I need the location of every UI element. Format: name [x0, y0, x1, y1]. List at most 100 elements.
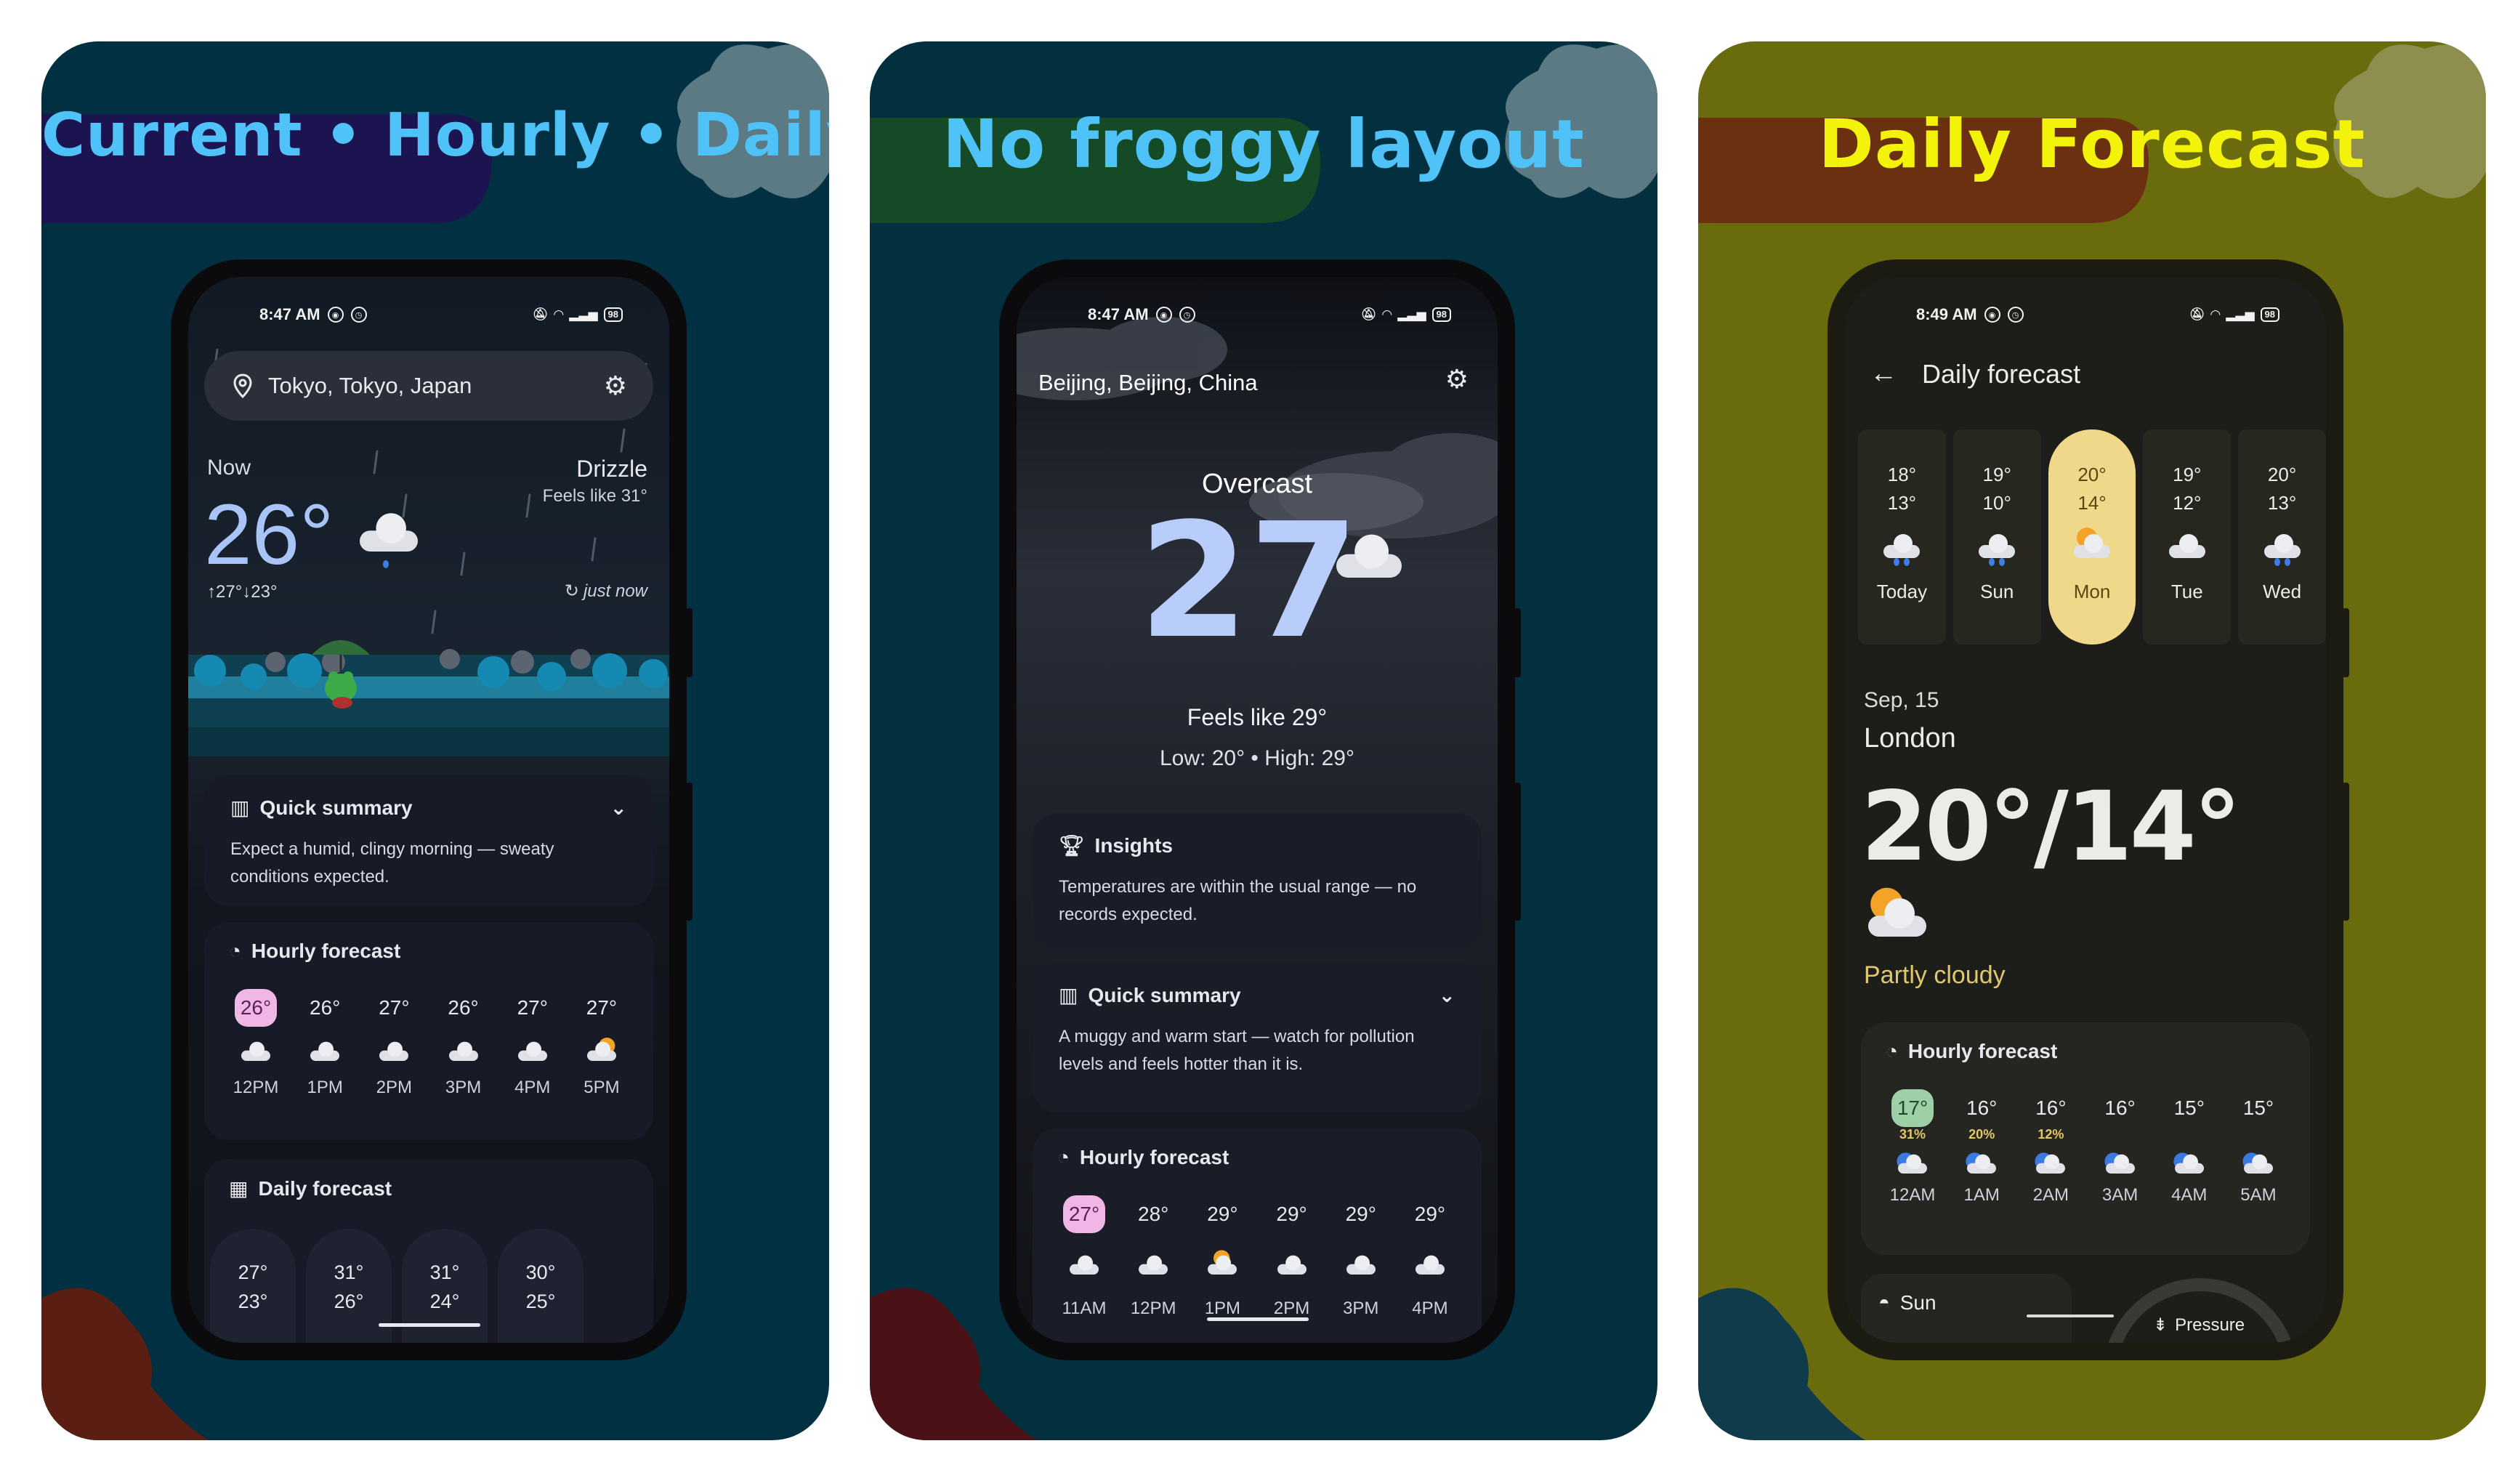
page-title: Daily forecast: [1922, 358, 2081, 389]
hourly-item[interactable]: 15° 4AM: [2157, 1089, 2222, 1206]
chevron-down-icon[interactable]: ⌄: [610, 796, 627, 820]
night-cloud-icon: [2171, 1144, 2208, 1185]
hourly-temp: 26°: [448, 996, 479, 1019]
screenshot-collage: Current • Hourly • Daily 8:47 AM ◉ ◷ 🔕︎ …: [0, 0, 2520, 1478]
hourly-forecast-title: Hourly forecast: [1079, 1146, 1229, 1168]
alarm-icon: ◷: [1179, 307, 1195, 323]
hourly-item[interactable]: 28° 12PM: [1120, 1195, 1186, 1319]
hourly-item[interactable]: 16° 3AM: [2088, 1089, 2153, 1206]
hourly-temp: 29°: [1207, 1203, 1238, 1225]
location-name[interactable]: Beijing, Beijing, China: [1038, 370, 1258, 396]
volume-button: [2342, 608, 2349, 677]
hourly-time: 12AM: [1889, 1185, 1936, 1205]
refresh-icon: ↻: [564, 581, 579, 601]
now-label: Now: [207, 456, 251, 480]
hourly-time: 3PM: [1343, 1299, 1379, 1318]
alarm-icon: ◷: [350, 307, 367, 323]
day-low: 13°: [2267, 492, 2297, 514]
partly-cloudy-icon: [583, 1027, 620, 1078]
daily-item[interactable]: 30° 25°: [498, 1229, 583, 1343]
back-arrow-icon[interactable]: ←: [1870, 358, 1897, 389]
promo-card-no-froggy-layout: No froggy layout 8:47 AM ◉ ◷ 🔕︎ ◠ ▂▃▅ 98…: [870, 41, 1657, 1440]
day-name: Wed: [2263, 581, 2302, 602]
hourly-item[interactable]: 27° 5PM: [569, 989, 634, 1098]
hourly-item[interactable]: 15° 5AM: [2226, 1089, 2291, 1206]
hourly-forecast-panel: ◔ Hourly forecast 17° 31% 12AM 16° 20% 1…: [1861, 1022, 2310, 1255]
hourly-item[interactable]: 26° 1PM: [292, 989, 358, 1098]
updated-time: just now: [583, 581, 647, 601]
hourly-item[interactable]: 16° 20% 1AM: [1949, 1089, 2014, 1206]
day-low: 13°: [1887, 492, 1917, 514]
hourly-item[interactable]: 27° 11AM: [1051, 1195, 1117, 1319]
cloud-rain-icon: [445, 1027, 482, 1078]
condition-label: Partly cloudy: [1864, 961, 2006, 989]
night-cloud-icon: [2240, 1144, 2277, 1185]
cloud-icon: [1135, 1233, 1171, 1299]
hourly-item[interactable]: 27° 4PM: [500, 989, 565, 1098]
night-cloud-icon: [1963, 1144, 2000, 1185]
location-search-bar[interactable]: Tokyo, Tokyo, Japan ⚙: [204, 351, 653, 421]
insights-panel[interactable]: 🏆︎ Insights Temperatures are within the …: [1033, 813, 1482, 948]
day-item[interactable]: 18° 13° Today: [1858, 429, 1946, 645]
hourly-temp: 26°: [310, 996, 341, 1019]
pressure-card[interactable]: ⇟ Pressure: [2088, 1274, 2310, 1343]
day-low: 10°: [1982, 492, 2011, 514]
summary-chart-icon: ▥: [230, 796, 250, 819]
status-time: 8:49 AM: [1916, 305, 1977, 323]
volume-button: [685, 608, 692, 677]
location-name: Tokyo, Tokyo, Japan: [268, 373, 472, 398]
hourly-time: 4PM: [1412, 1299, 1448, 1318]
daily-high: 27°: [238, 1261, 268, 1283]
hotspot-icon: ◉: [1984, 307, 2000, 323]
cloud-icon: [1412, 1233, 1448, 1299]
night-cloud-icon: [2102, 1144, 2139, 1185]
cloud-icon: [1274, 1233, 1310, 1299]
cloud-icon: [1343, 1233, 1379, 1299]
hourly-time: 5PM: [583, 1078, 620, 1097]
hourly-item[interactable]: 17° 31% 12AM: [1880, 1089, 1945, 1206]
partly-cloudy-icon: [2073, 517, 2110, 578]
hourly-time: 11AM: [1062, 1299, 1107, 1318]
partly-cloudy-icon: [1204, 1233, 1240, 1299]
phone-frame: 8:47 AM ◉ ◷ 🔕︎ ◠ ▂▃▅ 98 Beijing, Beijing…: [999, 259, 1521, 1360]
hourly-item[interactable]: 16° 12% 2AM: [2018, 1089, 2083, 1206]
hourly-item[interactable]: 29° 1PM: [1190, 1195, 1255, 1319]
hourly-temp: 28°: [1138, 1203, 1169, 1225]
hourly-item[interactable]: 29° 3PM: [1328, 1195, 1394, 1319]
quick-summary-panel[interactable]: ▥ Quick summary ⌄ A muggy and warm start…: [1033, 963, 1482, 1112]
cloud-icon: [1066, 1233, 1102, 1299]
chevron-down-icon[interactable]: ⌄: [1439, 983, 1455, 1007]
precipitation-chance: 20%: [1968, 1127, 1995, 1142]
hourly-item[interactable]: 26° 12PM: [223, 989, 288, 1098]
sunrise-icon: ◓: [1878, 1291, 1890, 1313]
trophy-icon: 🏆︎: [1059, 834, 1085, 857]
hourly-list: 26° 12PM 26° 1PM 27° 2PM 26° 3PM 27° 4PM…: [223, 989, 634, 1098]
settings-gear-icon[interactable]: ⚙: [604, 371, 627, 401]
hourly-time: 5AM: [2240, 1185, 2277, 1205]
daily-low: 26°: [334, 1291, 364, 1312]
hourly-temp: 29°: [1414, 1203, 1446, 1225]
mute-icon: 🔕︎: [1360, 307, 1377, 321]
daily-item[interactable]: 27° 23°: [210, 1229, 296, 1343]
wifi-icon: ◠: [554, 307, 564, 321]
hourly-item[interactable]: 26° 3PM: [431, 989, 496, 1098]
day-name: Sun: [1980, 581, 2014, 602]
day-item[interactable]: 20° 13° Wed: [2238, 429, 2326, 645]
day-item[interactable]: 19° 12° Tue: [2143, 429, 2232, 645]
signal-icon: ▂▃▅: [2226, 307, 2255, 321]
daily-forecast-panel: ▦ Daily forecast 27° 23° 31° 26° 31° 24°…: [204, 1159, 653, 1343]
quick-summary-panel[interactable]: ▥ Quick summary ⌄ Expect a humid, clingy…: [204, 775, 653, 906]
hourly-forecast-title: Hourly forecast: [251, 940, 401, 962]
insights-text: Temperatures are within the usual range …: [1059, 877, 1417, 924]
hourly-item[interactable]: 29° 2PM: [1259, 1195, 1325, 1319]
settings-gear-icon[interactable]: ⚙: [1445, 364, 1469, 395]
hourly-item[interactable]: 29° 4PM: [1397, 1195, 1463, 1319]
day-item-selected[interactable]: 20° 14° Mon: [2048, 429, 2136, 645]
drizzle-icon: [360, 513, 418, 568]
sun-card[interactable]: ◓ Sun: [1861, 1274, 2072, 1343]
power-button: [1514, 783, 1521, 921]
hourly-item[interactable]: 27° 2PM: [361, 989, 427, 1098]
signal-icon: ▂▃▅: [1397, 307, 1426, 321]
day-item[interactable]: 19° 10° Sun: [1952, 429, 2041, 645]
hourly-time: 12PM: [233, 1078, 279, 1097]
